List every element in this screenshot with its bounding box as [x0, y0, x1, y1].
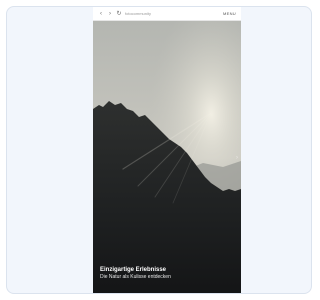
mobile-page-preview[interactable]: ‹ › ↻ fotocommunity MENU › Einzigartige … [93, 7, 241, 293]
forest-sunlight-photo [93, 21, 241, 293]
refresh-icon[interactable]: ↻ [116, 11, 122, 17]
preview-card: ‹ › ↻ fotocommunity MENU › Einzigartige … [6, 6, 312, 294]
chevron-left-icon[interactable]: ‹ [98, 11, 104, 17]
chevron-right-icon[interactable]: › [236, 155, 238, 161]
hero-subtitle: Die Natur als Kulisse entdecken [100, 274, 171, 280]
hero-caption: Einzigartige Erlebnisse Die Natur als Ku… [100, 266, 234, 281]
menu-button[interactable]: MENU [223, 11, 236, 17]
address-bar[interactable]: fotocommunity [125, 11, 151, 17]
hero-title: Einzigartige Erlebnisse [100, 267, 167, 273]
browser-top-bar: ‹ › ↻ fotocommunity MENU [93, 7, 241, 21]
hero-image: › Einzigartige Erlebnisse Die Natur als … [93, 21, 241, 293]
chevron-right-icon[interactable]: › [107, 11, 113, 17]
